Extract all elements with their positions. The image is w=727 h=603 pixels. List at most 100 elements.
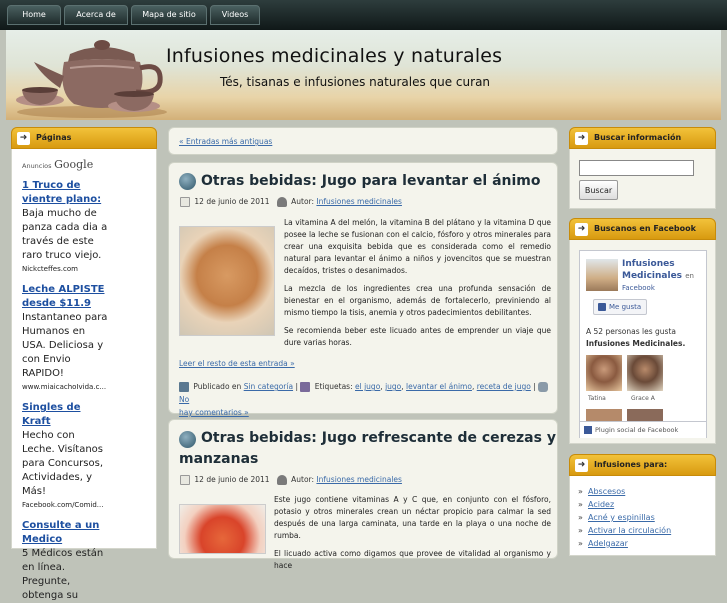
post-title-link[interactable]: manzanas [179, 449, 258, 470]
facebook-site-text: Facebook [622, 284, 655, 292]
post-card: Otras bebidas: Jugo para levantar el áni… [168, 162, 558, 417]
post-body: Este jugo contiene vitaminas A y C que, … [274, 494, 551, 578]
post-bullet-icon [179, 431, 196, 448]
tag-link[interactable]: el jugo [355, 382, 380, 391]
facebook-likes-summary: A 52 personas les gusta Infusiones Medic… [586, 326, 704, 350]
fan-name[interactable]: Grace A [631, 395, 655, 402]
ad-title-link[interactable]: 1 Truco de vientre plano: [22, 179, 110, 207]
facebook-widget-title: ➜ Buscanos en Facebook [569, 218, 716, 240]
ad-item: 1 Truco de vientre plano: Baja mucho de … [22, 179, 110, 275]
facebook-page-name[interactable]: Infusiones Medicinales en Facebook [622, 258, 706, 294]
post-meta: 12 de junio de 2011 Autor: Infusiones me… [180, 475, 402, 485]
top-navigation: Home Acerca de Mapa de sitio Videos [0, 0, 727, 30]
thumbs-up-icon [598, 303, 606, 311]
facebook-page-thumbnail[interactable] [586, 259, 618, 291]
older-entries-link[interactable]: « Entradas más antiguas [179, 137, 272, 146]
facebook-widget-heading: Buscanos en Facebook [594, 224, 696, 233]
infusion-item[interactable]: Abscesos [578, 485, 715, 498]
infusion-item[interactable]: Activar la circulación [578, 524, 715, 537]
ad-url[interactable]: Facebook.com/Comid... [22, 499, 110, 511]
tag-link[interactable]: jugo [385, 382, 401, 391]
post-meta: 12 de junio de 2011 Autor: Infusiones me… [180, 197, 402, 207]
post-image-juice [179, 226, 275, 336]
search-button[interactable]: Buscar [579, 180, 618, 200]
read-more-link[interactable]: Leer el resto de esta entrada » [179, 359, 295, 368]
google-ads-label[interactable]: Anuncios Google [22, 158, 146, 173]
post-card: Otras bebidas: Jugo refrescante de cerez… [168, 419, 558, 570]
site-tagline: Tés, tisanas e infusiones naturales que … [220, 75, 491, 89]
nav-acerca-de[interactable]: Acerca de [64, 5, 128, 25]
ad-url[interactable]: Nickcteffes.com [22, 263, 110, 275]
tag-link[interactable]: levantar el ánimo [406, 382, 472, 391]
post-bullet-icon [179, 173, 196, 190]
ad-url[interactable]: www.miaicachoIvida.c... [22, 381, 110, 393]
ad-item: Singles de Kraft Hecho con Leche. Visíta… [22, 401, 110, 511]
facebook-widget: Infusiones Medicinales en Facebook Me gu… [569, 240, 716, 444]
post-body: La vitamina A del melón, la vitamina B d… [284, 217, 551, 355]
fan-avatar[interactable] [586, 355, 622, 391]
post-image-cherry-juice [179, 504, 266, 554]
post-title-link[interactable]: Otras bebidas: Jugo refrescante de cerez… [201, 428, 556, 449]
search-widget-title: ➜ Buscar información [569, 127, 716, 149]
facebook-page-name-text: Infusiones Medicinales [622, 259, 683, 281]
infusion-item[interactable]: Adelgazar [578, 537, 715, 550]
calendar-icon [180, 475, 190, 485]
ads-label: Anuncios [22, 162, 52, 170]
tags-label: Etiquetas: [314, 382, 353, 391]
category-link[interactable]: Sin categoría [244, 382, 293, 391]
arrow-right-icon: ➜ [575, 459, 588, 472]
tag-link[interactable]: receta de jugo [477, 382, 531, 391]
post-date: 12 de junio de 2011 [194, 475, 270, 484]
infusiones-widget: Abscesos Acidez Acné y espinillas Activa… [569, 476, 716, 556]
likes-page-name: Infusiones Medicinales. [586, 339, 686, 348]
comments-link[interactable]: hay comentarios » [179, 408, 249, 417]
facebook-like-button[interactable]: Me gusta [593, 299, 647, 315]
search-widget: Buscar [569, 149, 716, 209]
facebook-plugin-footer: Plugin social de Facebook [580, 421, 706, 438]
fan-name[interactable]: Tatina [588, 395, 606, 402]
comments-link[interactable]: No [179, 395, 189, 404]
post-title-link[interactable]: Otras bebidas: Jugo para levantar el áni… [201, 171, 541, 192]
author-link[interactable]: Infusiones medicinales [316, 197, 402, 206]
tag-icon [300, 382, 311, 392]
author-icon [276, 475, 287, 485]
published-label: Publicado en [193, 382, 242, 391]
teapot-logo-image [16, 40, 167, 118]
fan-avatar[interactable] [627, 409, 663, 421]
ad-item: Leche ALPISTE desde $11.9 Instantaneo pa… [22, 283, 110, 393]
ad-text: Hecho con Leche. Visítanos para Concurso… [22, 430, 103, 497]
nav-videos[interactable]: Videos [210, 5, 260, 25]
author-link[interactable]: Infusiones medicinales [316, 475, 402, 484]
author-label: Autor: [291, 475, 315, 484]
ad-title-link[interactable]: Singles de Kraft [22, 401, 110, 429]
post-footer: Publicado en Sin categoría | Etiquetas: … [179, 380, 551, 419]
ad-text: Baja mucho de panza cada dia a través de… [22, 208, 108, 261]
author-label: Autor: [291, 197, 315, 206]
ad-title-link[interactable]: Consulte a un Medico [22, 519, 110, 547]
infusion-item[interactable]: Acidez [578, 498, 715, 511]
author-icon [276, 197, 287, 207]
comment-icon [538, 382, 549, 392]
search-input[interactable] [579, 160, 694, 176]
infusiones-widget-heading: Infusiones para: [594, 460, 668, 469]
likes-count-text: A 52 personas les gusta [586, 327, 676, 336]
pages-widget-heading: Páginas [36, 133, 72, 142]
post-paragraph: Se recomienda beber este licuado antes d… [284, 326, 551, 347]
ad-text: 5 Médicos están en línea. Pregunte, obte… [22, 548, 104, 601]
facebook-like-box: Infusiones Medicinales en Facebook Me gu… [579, 250, 707, 438]
site-title[interactable]: Infusiones medicinales y naturales [166, 45, 502, 67]
nav-home[interactable]: Home [7, 5, 61, 25]
ad-title-link[interactable]: Leche ALPISTE desde $11.9 [22, 283, 110, 311]
fan-avatar[interactable] [586, 409, 622, 421]
post-paragraph: La vitamina A del melón, la vitamina B d… [284, 218, 551, 275]
fan-avatar[interactable] [627, 355, 663, 391]
post-paragraph: El licuado activa como digamos que prove… [274, 549, 551, 570]
ad-text: Instantaneo para Humanos en USA. Delicio… [22, 312, 108, 379]
arrow-right-icon: ➜ [575, 223, 588, 236]
facebook-plugin-text[interactable]: Plugin social de Facebook [595, 426, 678, 434]
post-date: 12 de junio de 2011 [194, 197, 270, 206]
infusiones-list: Abscesos Acidez Acné y espinillas Activa… [578, 485, 715, 550]
nav-mapa-de-sitio[interactable]: Mapa de sitio [131, 5, 207, 25]
infusion-item[interactable]: Acné y espinillas [578, 511, 715, 524]
ads-widget: Anuncios Google 1 Truco de vientre plano… [11, 149, 157, 601]
